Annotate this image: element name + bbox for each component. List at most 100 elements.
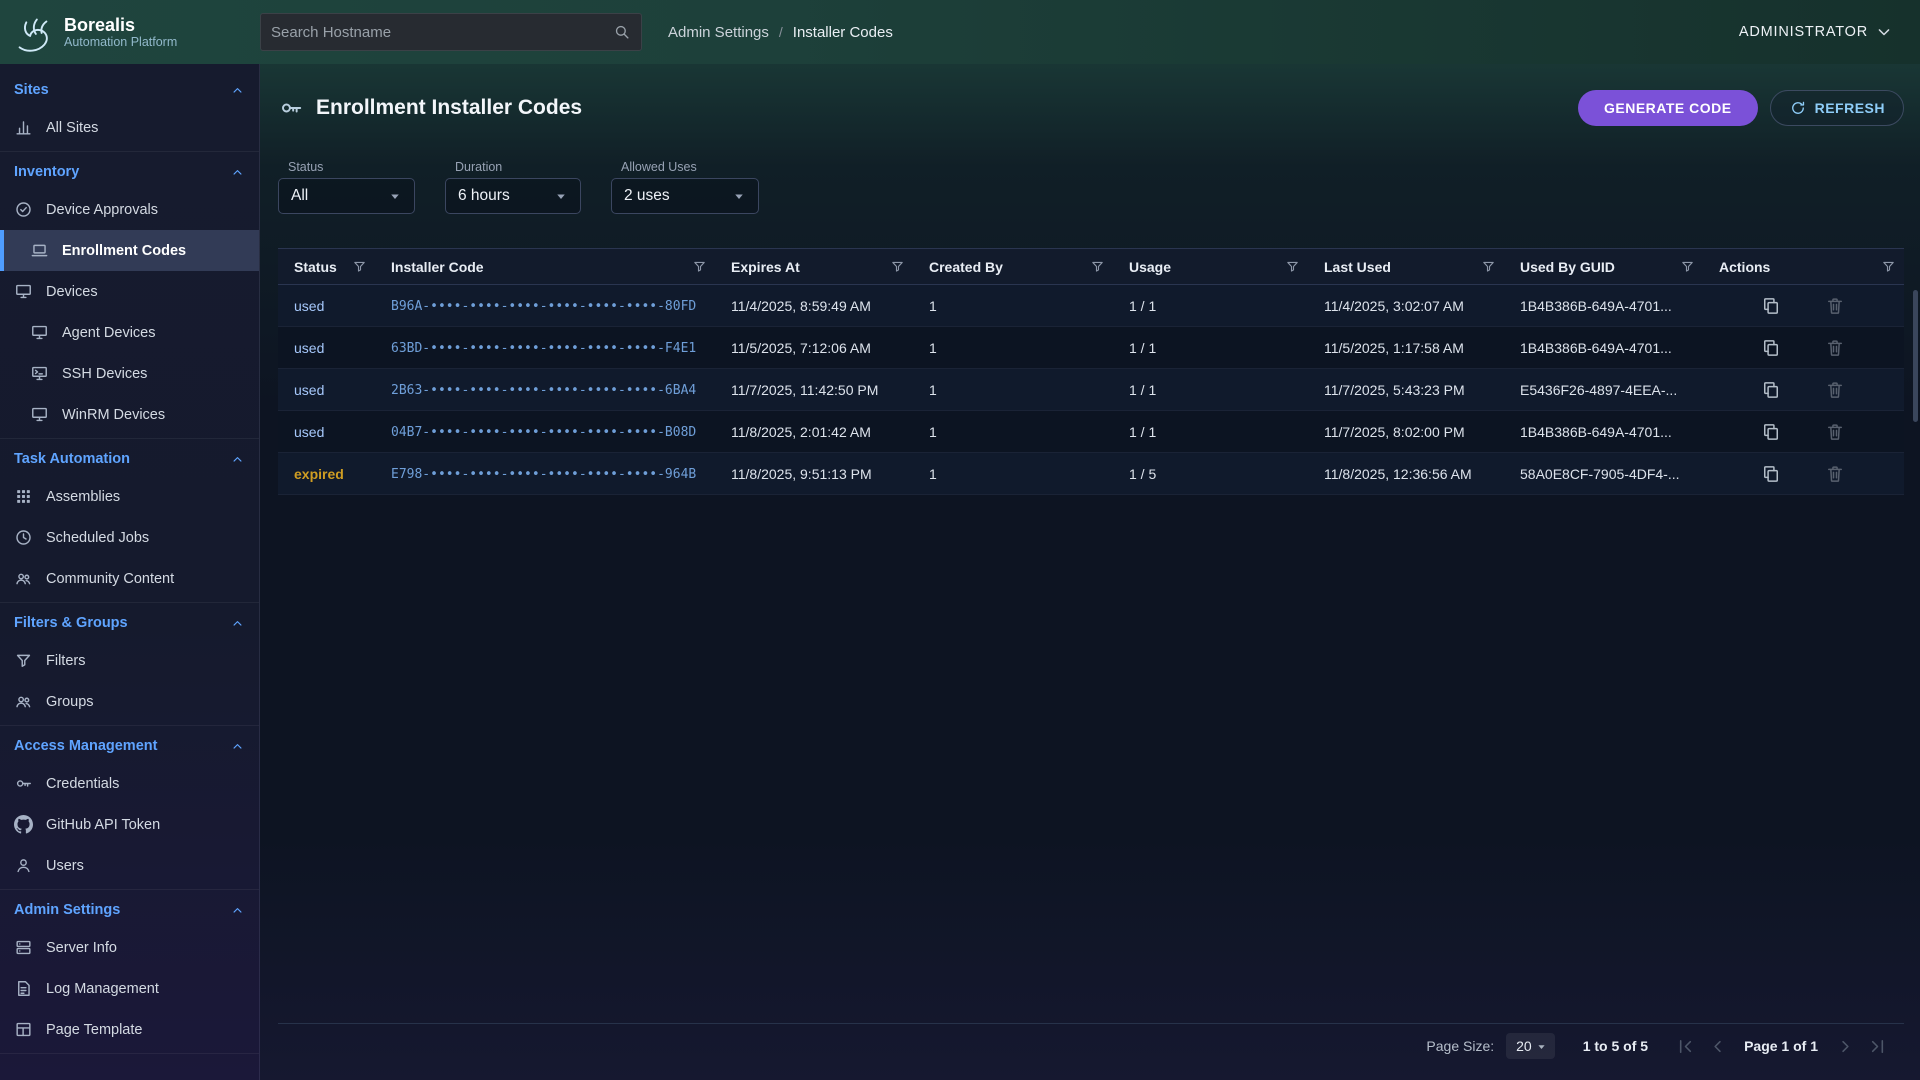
filter-funnel-icon[interactable] bbox=[1881, 259, 1896, 274]
user-menu-label: ADMINISTRATOR bbox=[1739, 24, 1868, 40]
last-page-icon bbox=[1867, 1036, 1888, 1057]
sidebar-item-scheduled-jobs[interactable]: Scheduled Jobs bbox=[0, 517, 259, 558]
doc-icon bbox=[14, 979, 33, 998]
page-size-select[interactable]: 20 bbox=[1506, 1033, 1555, 1059]
filter-bar: Status All Duration 6 hours Allowed Uses bbox=[278, 160, 1904, 214]
sidebar-item-groups[interactable]: Groups bbox=[0, 681, 259, 722]
previous-page-icon bbox=[1707, 1036, 1728, 1057]
breadcrumb: Admin Settings / Installer Codes bbox=[668, 24, 893, 41]
delete-icon[interactable] bbox=[1825, 422, 1845, 442]
key-icon bbox=[14, 774, 33, 793]
search-box[interactable] bbox=[260, 13, 642, 51]
installer-code: B96A-••••-••••-••••-••••-••••-••••-80FD bbox=[391, 299, 696, 314]
sidebar-item-users[interactable]: Users bbox=[0, 845, 259, 886]
column-header-last-used: Last Used bbox=[1308, 249, 1504, 285]
funnel-icon bbox=[14, 651, 33, 670]
sidebar-section-admin-settings: Admin SettingsServer InfoLog ManagementP… bbox=[0, 890, 259, 1054]
brand: Borealis Automation Platform bbox=[0, 9, 260, 55]
delete-icon[interactable] bbox=[1825, 296, 1845, 316]
filter-funnel-icon[interactable] bbox=[1285, 259, 1300, 274]
copy-icon[interactable] bbox=[1761, 338, 1781, 358]
filter-funnel-icon[interactable] bbox=[1680, 259, 1695, 274]
caret-down-icon bbox=[1534, 1039, 1549, 1054]
created-by-cell: 1 bbox=[913, 369, 1113, 411]
filter-funnel-icon[interactable] bbox=[1481, 259, 1496, 274]
sidebar-section-header-inventory[interactable]: Inventory bbox=[0, 155, 259, 189]
copy-icon[interactable] bbox=[1761, 380, 1781, 400]
created-by-cell: 1 bbox=[913, 453, 1113, 495]
used-by-guid-cell: 1B4B386B-649A-4701... bbox=[1504, 285, 1703, 327]
sidebar-item-device-approvals[interactable]: Device Approvals bbox=[0, 189, 259, 230]
sidebar-section-header-filters-groups[interactable]: Filters & Groups bbox=[0, 606, 259, 640]
sidebar-item-winrm-devices[interactable]: WinRM Devices bbox=[0, 394, 259, 435]
usage-cell: 1 / 5 bbox=[1113, 453, 1308, 495]
last-used-cell: 11/4/2025, 3:02:07 AM bbox=[1308, 285, 1504, 327]
copy-icon[interactable] bbox=[1761, 296, 1781, 316]
status-badge: expired bbox=[294, 466, 344, 482]
delete-icon[interactable] bbox=[1825, 338, 1845, 358]
sidebar-item-server-info[interactable]: Server Info bbox=[0, 927, 259, 968]
topbar: Borealis Automation Platform Admin Setti… bbox=[0, 0, 1920, 64]
page-size-label: Page Size: bbox=[1426, 1038, 1494, 1054]
sidebar-item-page-template[interactable]: Page Template bbox=[0, 1009, 259, 1050]
installer-code: 04B7-••••-••••-••••-••••-••••-••••-B08D bbox=[391, 425, 696, 440]
sidebar-section-header-access-management[interactable]: Access Management bbox=[0, 729, 259, 763]
sidebar-item-agent-devices[interactable]: Agent Devices bbox=[0, 312, 259, 353]
copy-icon[interactable] bbox=[1761, 422, 1781, 442]
filter-funnel-icon[interactable] bbox=[692, 259, 707, 274]
next-page-button[interactable] bbox=[1832, 1033, 1858, 1059]
sidebar-item-devices[interactable]: Devices bbox=[0, 271, 259, 312]
rows-range: 1 to 5 of 5 bbox=[1583, 1038, 1648, 1054]
sidebar-section-header-sites[interactable]: Sites bbox=[0, 73, 259, 107]
first-page-button[interactable] bbox=[1672, 1033, 1698, 1059]
sidebar-section-task-automation: Task AutomationAssembliesScheduled JobsC… bbox=[0, 439, 259, 603]
approvals-icon bbox=[14, 200, 33, 219]
usage-cell: 1 / 1 bbox=[1113, 285, 1308, 327]
delete-icon[interactable] bbox=[1825, 380, 1845, 400]
duration-filter: Duration 6 hours bbox=[445, 160, 581, 214]
usage-cell: 1 / 1 bbox=[1113, 411, 1308, 453]
status-badge: used bbox=[294, 424, 324, 440]
previous-page-button[interactable] bbox=[1704, 1033, 1730, 1059]
sidebar-item-filters[interactable]: Filters bbox=[0, 640, 259, 681]
sidebar-item-ssh-devices[interactable]: SSH Devices bbox=[0, 353, 259, 394]
sidebar-item-github-api-token[interactable]: GitHub API Token bbox=[0, 804, 259, 845]
delete-icon[interactable] bbox=[1825, 464, 1845, 484]
filter-funnel-icon[interactable] bbox=[890, 259, 905, 274]
used-by-guid-cell: 1B4B386B-649A-4701... bbox=[1504, 327, 1703, 369]
sidebar-item-all-sites[interactable]: All Sites bbox=[0, 107, 259, 148]
created-by-cell: 1 bbox=[913, 285, 1113, 327]
codes-table: StatusInstaller CodeExpires AtCreated By… bbox=[278, 248, 1904, 495]
search-input[interactable] bbox=[271, 24, 613, 41]
allowed-uses-filter-label: Allowed Uses bbox=[621, 160, 759, 174]
sidebar-item-log-management[interactable]: Log Management bbox=[0, 968, 259, 1009]
last-page-button[interactable] bbox=[1864, 1033, 1890, 1059]
sidebar-item-credentials[interactable]: Credentials bbox=[0, 763, 259, 804]
breadcrumb-admin-settings[interactable]: Admin Settings bbox=[668, 24, 769, 41]
generate-code-button[interactable]: GENERATE CODE bbox=[1578, 90, 1758, 126]
refresh-button[interactable]: REFRESH bbox=[1770, 90, 1904, 126]
search-icon bbox=[613, 23, 631, 41]
expires-at-cell: 11/8/2025, 9:51:13 PM bbox=[715, 453, 913, 495]
status-filter-select[interactable]: All bbox=[278, 178, 415, 214]
user-menu[interactable]: ADMINISTRATOR bbox=[1739, 22, 1894, 42]
filter-funnel-icon[interactable] bbox=[352, 259, 367, 274]
last-used-cell: 11/8/2025, 12:36:56 AM bbox=[1308, 453, 1504, 495]
filter-funnel-icon[interactable] bbox=[1090, 259, 1105, 274]
github-icon bbox=[14, 815, 33, 834]
copy-icon[interactable] bbox=[1761, 464, 1781, 484]
sidebar-item-enrollment-codes[interactable]: Enrollment Codes bbox=[0, 230, 259, 271]
expires-at-cell: 11/5/2025, 7:12:06 AM bbox=[715, 327, 913, 369]
expires-at-cell: 11/4/2025, 8:59:49 AM bbox=[715, 285, 913, 327]
duration-filter-select[interactable]: 6 hours bbox=[445, 178, 581, 214]
sidebar-item-community-content[interactable]: Community Content bbox=[0, 558, 259, 599]
sidebar-section-header-admin-settings[interactable]: Admin Settings bbox=[0, 893, 259, 927]
sidebar-section-access-management: Access ManagementCredentialsGitHub API T… bbox=[0, 726, 259, 890]
sidebar-section-header-task-automation[interactable]: Task Automation bbox=[0, 442, 259, 476]
scrollbar-thumb[interactable] bbox=[1913, 290, 1918, 422]
caret-down-icon bbox=[730, 187, 748, 205]
refresh-icon bbox=[1789, 99, 1807, 117]
installer-code: E798-••••-••••-••••-••••-••••-••••-964B bbox=[391, 467, 696, 482]
allowed-uses-filter-select[interactable]: 2 uses bbox=[611, 178, 759, 214]
sidebar-item-assemblies[interactable]: Assemblies bbox=[0, 476, 259, 517]
